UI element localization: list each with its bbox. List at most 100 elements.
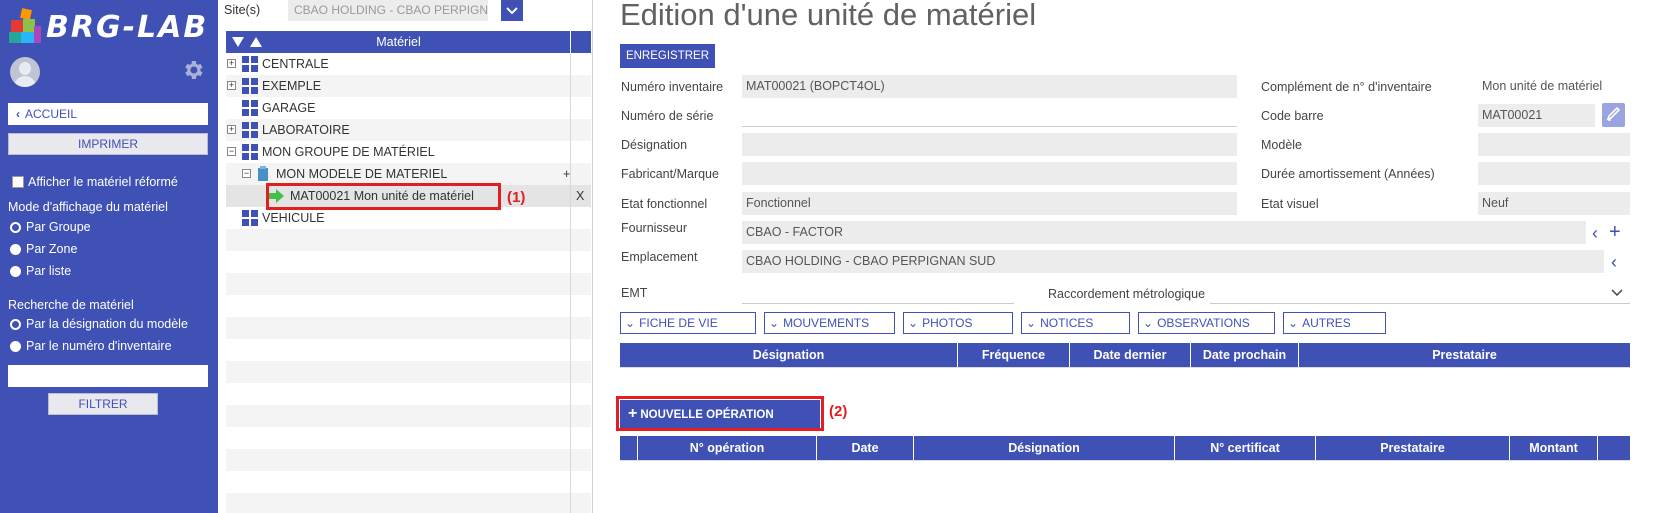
column-header [620, 436, 638, 460]
tree-item-garage[interactable]: GARAGE [226, 97, 591, 119]
group-grid-icon [242, 210, 258, 226]
tree-panel: Site(s) CBAO HOLDING - CBAO PERPIGN. Mat… [218, 0, 593, 513]
column-header[interactable]: Montant [1510, 436, 1598, 460]
show-reformed-checkbox[interactable]: Afficher le matériel réformé [12, 175, 178, 189]
search-title: Recherche de matériel [8, 298, 134, 312]
designation-field[interactable] [742, 133, 1237, 156]
tree-item-label: EXEMPLE [262, 79, 322, 93]
search-input[interactable] [8, 365, 208, 387]
emt-field[interactable] [742, 281, 1014, 304]
functional-state-field[interactable]: Fonctionnel [742, 192, 1237, 215]
tree-item-label: CENTRALE [262, 57, 329, 71]
display-mode-title: Mode d'affichage du matériel [8, 200, 168, 214]
radio-indicator[interactable] [10, 340, 21, 352]
supplier-field[interactable]: CBAO - FACTOR [742, 221, 1586, 244]
delete-unit-button[interactable]: X [576, 185, 584, 207]
tab-label: FICHE DE VIE [639, 316, 718, 330]
save-button[interactable]: ENREGISTRER [620, 44, 715, 68]
chevron-left-icon: ‹ [16, 107, 20, 121]
depreciation-field[interactable] [1478, 162, 1630, 185]
column-header[interactable]: Désignation [620, 343, 958, 367]
column-header[interactable]: Prestataire [1316, 436, 1510, 460]
edit-barcode-button[interactable] [1602, 103, 1625, 127]
column-header[interactable]: Désignation [914, 436, 1175, 460]
location-field[interactable]: CBAO HOLDING - CBAO PERPIGNAN SUD [742, 250, 1604, 273]
column-header[interactable]: Date prochain [1191, 343, 1299, 367]
column-header[interactable]: Prestataire [1299, 343, 1630, 367]
radio-indicator[interactable] [10, 265, 21, 277]
schedule-table-header: Désignation Fréquence Date dernier Date … [620, 343, 1630, 367]
tree-item-label: GARAGE [262, 101, 316, 115]
radio-indicator[interactable] [10, 318, 21, 330]
radio-indicator[interactable] [10, 221, 21, 233]
column-header[interactable]: N° opération [638, 436, 817, 460]
column-header[interactable]: Date dernier [1070, 343, 1191, 367]
site-select[interactable]: CBAO HOLDING - CBAO PERPIGN. [288, 0, 488, 21]
radio-label: Par Groupe [26, 220, 91, 234]
radio-label: Par le numéro d'inventaire [26, 339, 172, 353]
tab-observations[interactable]: ⌄ OBSERVATIONS [1138, 312, 1275, 334]
tab-label: OBSERVATIONS [1157, 316, 1250, 330]
radio-par-liste[interactable]: Par liste [10, 264, 71, 278]
column-header[interactable]: N° certificat [1175, 436, 1316, 460]
tree-item-vehicule[interactable]: VEHICULE [226, 207, 591, 229]
inventory-complement-field[interactable]: Mon unité de matériel [1478, 75, 1630, 98]
expand-icon[interactable]: + [227, 59, 236, 68]
tree-item-mon-modele[interactable]: − MON MODELE DE MATERIEL + [226, 163, 591, 185]
barcode-field[interactable]: MAT00021 [1478, 104, 1595, 127]
tab-autres[interactable]: ⌄ AUTRES [1283, 312, 1386, 334]
page-title: Edition d'une unité de matériel [620, 0, 1037, 32]
radio-search-designation[interactable]: Par la désignation du modèle [10, 317, 188, 331]
collapse-icon[interactable]: − [242, 169, 251, 178]
column-header[interactable]: Date [817, 436, 914, 460]
radio-par-zone[interactable]: Par Zone [10, 242, 77, 256]
highlight-box-2 [616, 396, 824, 431]
avatar[interactable] [10, 57, 40, 87]
chevron-left-icon[interactable]: ‹ [1592, 224, 1598, 242]
tree-item-exemple[interactable]: + EXEMPLE [226, 75, 591, 97]
serial-number-field[interactable] [742, 104, 1237, 127]
visual-state-field[interactable]: Neuf [1478, 192, 1630, 215]
designation-label: Désignation [621, 138, 688, 152]
metrology-label: Raccordement métrologique [1048, 287, 1206, 301]
show-reformed-label: Afficher le matériel réformé [28, 175, 178, 189]
collapse-icon[interactable]: − [227, 147, 236, 156]
radio-indicator[interactable] [10, 243, 21, 255]
column-header[interactable]: Fréquence [958, 343, 1070, 367]
chevron-left-icon[interactable]: ‹ [1611, 253, 1617, 271]
tree-item-mon-groupe[interactable]: − MON GROUPE DE MATÉRIEL [226, 141, 591, 163]
tab-photos[interactable]: ⌄ PHOTOS [903, 312, 1013, 334]
model-box-icon [258, 166, 268, 181]
model-field[interactable] [1478, 133, 1630, 156]
chevron-down-icon: ⌄ [1143, 316, 1154, 330]
tree-list: + CENTRALE + EXEMPLE GARAGE + LABORATOIR… [226, 53, 591, 513]
sidebar: BRG-LAB ‹ ACCUEIL IMPRIMER Afficher le ma… [0, 0, 218, 513]
add-supplier-icon[interactable]: + [1609, 222, 1621, 242]
chevron-down-icon[interactable] [1611, 288, 1623, 298]
tree-item-centrale[interactable]: + CENTRALE [226, 53, 591, 75]
tab-fiche-de-vie[interactable]: ⌄ FICHE DE VIE [620, 312, 756, 334]
checkbox-box[interactable] [12, 176, 24, 188]
expand-icon[interactable]: + [227, 81, 236, 90]
gear-icon[interactable] [181, 58, 205, 82]
expand-icon[interactable]: + [227, 125, 236, 134]
column-header [1598, 436, 1630, 460]
tree-item-laboratoire[interactable]: + LABORATOIRE [226, 119, 591, 141]
print-button[interactable]: IMPRIMER [8, 133, 208, 155]
filter-button[interactable]: FILTRER [48, 393, 158, 415]
tab-notices[interactable]: ⌄ NOTICES [1021, 312, 1130, 334]
tree-item-label: MON MODELE DE MATERIEL [276, 167, 448, 181]
radio-par-groupe[interactable]: Par Groupe [10, 220, 91, 234]
home-button[interactable]: ‹ ACCUEIL [8, 103, 208, 125]
tab-mouvements[interactable]: ⌄ MOUVEMENTS [764, 312, 895, 334]
radio-search-inventory[interactable]: Par le numéro d'inventaire [10, 339, 172, 353]
manufacturer-field[interactable] [742, 162, 1237, 185]
inventory-number-field[interactable]: MAT00021 (BOPCT4OL) [742, 75, 1237, 98]
group-grid-icon [242, 78, 258, 94]
site-dropdown-button[interactable] [501, 0, 523, 21]
chevron-down-icon [506, 7, 518, 15]
metrology-select[interactable] [1210, 281, 1630, 304]
manufacturer-label: Fabricant/Marque [621, 167, 719, 181]
tab-label: PHOTOS [922, 316, 973, 330]
tree-item-label: MON GROUPE DE MATÉRIEL [262, 145, 435, 159]
